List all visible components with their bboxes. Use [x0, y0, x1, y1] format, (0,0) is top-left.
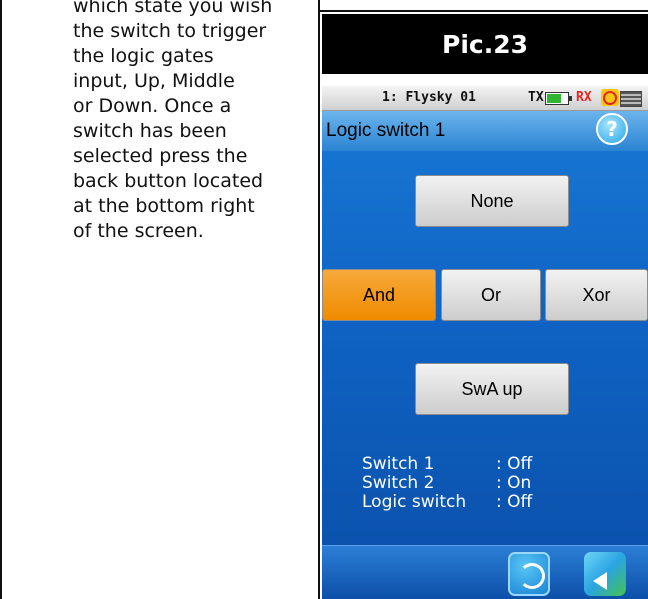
- info-value: : Off: [496, 492, 533, 512]
- info-label: Switch 1: [362, 454, 435, 474]
- status-info: Switch 1 : Off Switch 2 : On Logic switc…: [362, 455, 532, 512]
- switch-select-button[interactable]: SwA up: [415, 363, 569, 415]
- title-bar: Logic switch 1 ?: [322, 111, 648, 151]
- rx-battery-icon: [620, 91, 642, 107]
- none-button[interactable]: None: [415, 175, 569, 227]
- screen-title: Logic switch 1: [326, 120, 446, 141]
- info-label: Logic switch: [362, 492, 467, 512]
- back-arrow-icon[interactable]: [584, 552, 626, 596]
- footer-bar: [322, 545, 648, 599]
- frame-left-border: [0, 0, 2, 599]
- and-button[interactable]: And: [322, 269, 436, 321]
- info-row-switch-1: Switch 1 : Off: [362, 455, 532, 474]
- picture-caption: Pic.23: [322, 14, 648, 74]
- refresh-icon[interactable]: [508, 552, 550, 596]
- info-row-switch-2: Switch 2 : On: [362, 474, 532, 493]
- frame-top-border: [318, 10, 648, 12]
- instructions-text: which state you wish the switch to trigg…: [73, 0, 273, 242]
- tx-battery-icon: [545, 92, 572, 105]
- model-name: 1: Flysky 01: [382, 90, 476, 105]
- device-screen: 1: Flysky 01 TX RX Logic switch 1 ? None…: [322, 86, 648, 599]
- xor-button[interactable]: Xor: [545, 269, 648, 321]
- no-signal-icon: [601, 89, 619, 106]
- info-value: : On: [496, 473, 532, 493]
- help-icon[interactable]: ?: [596, 113, 628, 145]
- tx-label: TX: [528, 90, 544, 105]
- status-bar: 1: Flysky 01 TX RX: [322, 86, 648, 111]
- info-row-logic-switch: Logic switch : Off: [362, 493, 532, 512]
- info-label: Switch 2: [362, 473, 435, 493]
- or-button[interactable]: Or: [441, 269, 541, 321]
- rx-label: RX: [576, 90, 592, 105]
- info-value: : Off: [496, 454, 533, 474]
